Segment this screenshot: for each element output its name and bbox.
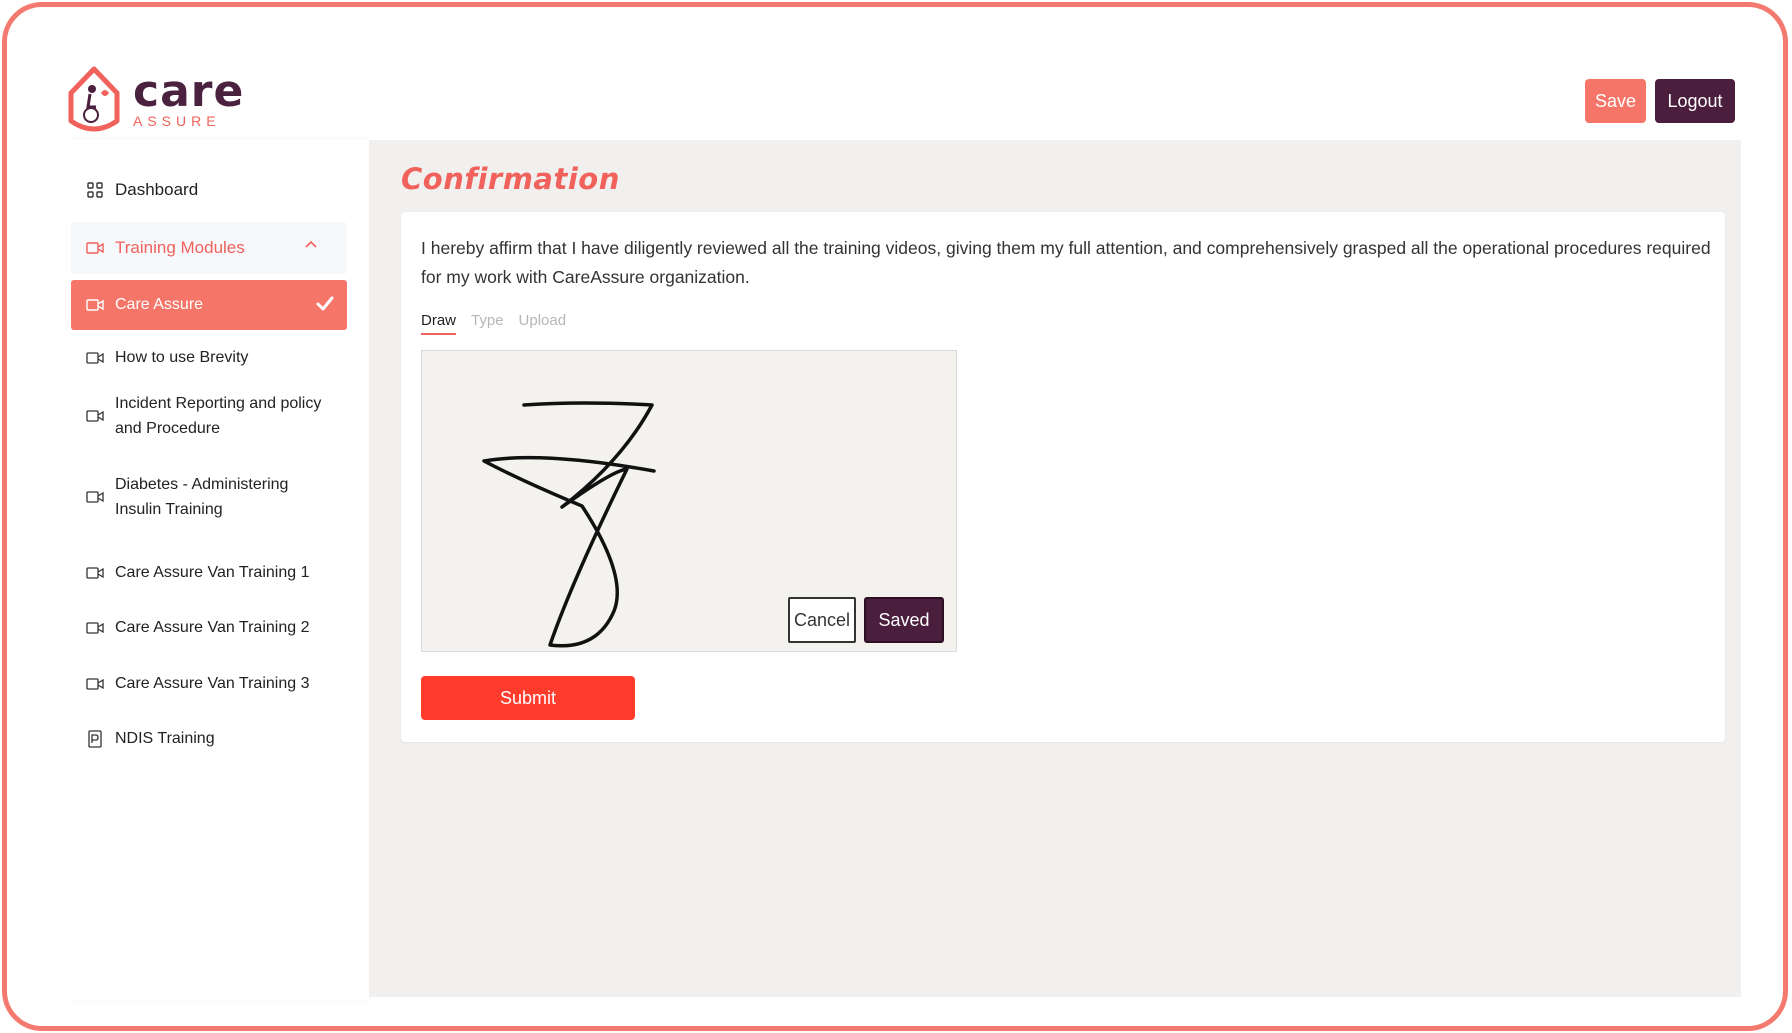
house-logo-icon: [68, 66, 120, 132]
document-icon: [85, 729, 105, 749]
sidebar-item-dashboard[interactable]: Dashboard: [71, 170, 347, 210]
grid-icon: [85, 180, 105, 200]
sidebar-item-incident-reporting[interactable]: Incident Reporting and policy and Proced…: [71, 384, 347, 448]
sidebar-item-how-to-use-brevity[interactable]: How to use Brevity: [71, 336, 347, 380]
brand-logo[interactable]: care ASSURE: [63, 63, 244, 135]
tab-type[interactable]: Type: [471, 312, 504, 335]
sidebar-item-label: Care Assure Van Training 2: [115, 619, 310, 636]
sidebar-item-label: How to use Brevity: [115, 349, 249, 366]
logout-button[interactable]: Logout: [1655, 79, 1735, 123]
video-icon: [85, 674, 105, 694]
sidebar-item-van-training-2[interactable]: Care Assure Van Training 2: [71, 606, 347, 650]
sidebar-item-van-training-1[interactable]: Care Assure Van Training 1: [71, 551, 347, 595]
main-content: Confirmation I hereby affirm that I have…: [369, 140, 1741, 997]
sidebar-item-diabetes-insulin[interactable]: Diabetes - Administering Insulin Trainin…: [71, 465, 347, 529]
sidebar-item-label: Diabetes - Administering Insulin Trainin…: [115, 476, 289, 518]
sidebar-item-label: Dashboard: [115, 180, 199, 199]
video-icon: [85, 238, 105, 258]
brand-name: care: [133, 66, 245, 117]
video-icon: [85, 295, 105, 315]
submit-button[interactable]: Submit: [421, 676, 635, 720]
video-icon: [85, 406, 105, 426]
save-button[interactable]: Save: [1585, 79, 1646, 123]
tab-upload[interactable]: Upload: [519, 312, 567, 335]
sidebar-item-care-assure[interactable]: Care Assure: [71, 280, 347, 330]
saved-button[interactable]: Saved: [864, 597, 944, 643]
tab-draw[interactable]: Draw: [421, 312, 457, 335]
sidebar: Dashboard Training Modules Care Assure H…: [67, 140, 369, 1000]
sidebar-item-label: Care Assure Van Training 3: [115, 675, 310, 692]
sidebar-item-ndis-training[interactable]: NDIS Training: [71, 717, 347, 761]
chevron-up-icon[interactable]: [303, 236, 319, 252]
page-title: Confirmation: [401, 162, 620, 196]
signature-tabs: Draw Type Upload: [421, 312, 566, 335]
sidebar-item-training-modules[interactable]: Training Modules: [71, 222, 347, 274]
signature-pad[interactable]: Cancel Saved: [421, 350, 957, 652]
video-icon: [85, 348, 105, 368]
cancel-button[interactable]: Cancel: [788, 597, 856, 643]
affirmation-text: I hereby affirm that I have diligently r…: [421, 238, 1711, 287]
video-icon: [85, 487, 105, 507]
confirmation-card: I hereby affirm that I have diligently r…: [401, 212, 1725, 742]
video-icon: [85, 618, 105, 638]
sidebar-item-label: Care Assure: [115, 296, 204, 313]
sidebar-item-label: Care Assure Van Training 1: [115, 564, 310, 581]
checkmark-icon: [316, 296, 334, 311]
sidebar-item-label: NDIS Training: [115, 730, 215, 747]
video-icon: [85, 563, 105, 583]
app-frame: care ASSURE Save Logout Dashboard Traini…: [2, 2, 1788, 1031]
sidebar-item-label: Incident Reporting and policy and Proced…: [115, 395, 322, 437]
sidebar-item-label: Training Modules: [115, 238, 245, 257]
sidebar-item-van-training-3[interactable]: Care Assure Van Training 3: [71, 662, 347, 706]
